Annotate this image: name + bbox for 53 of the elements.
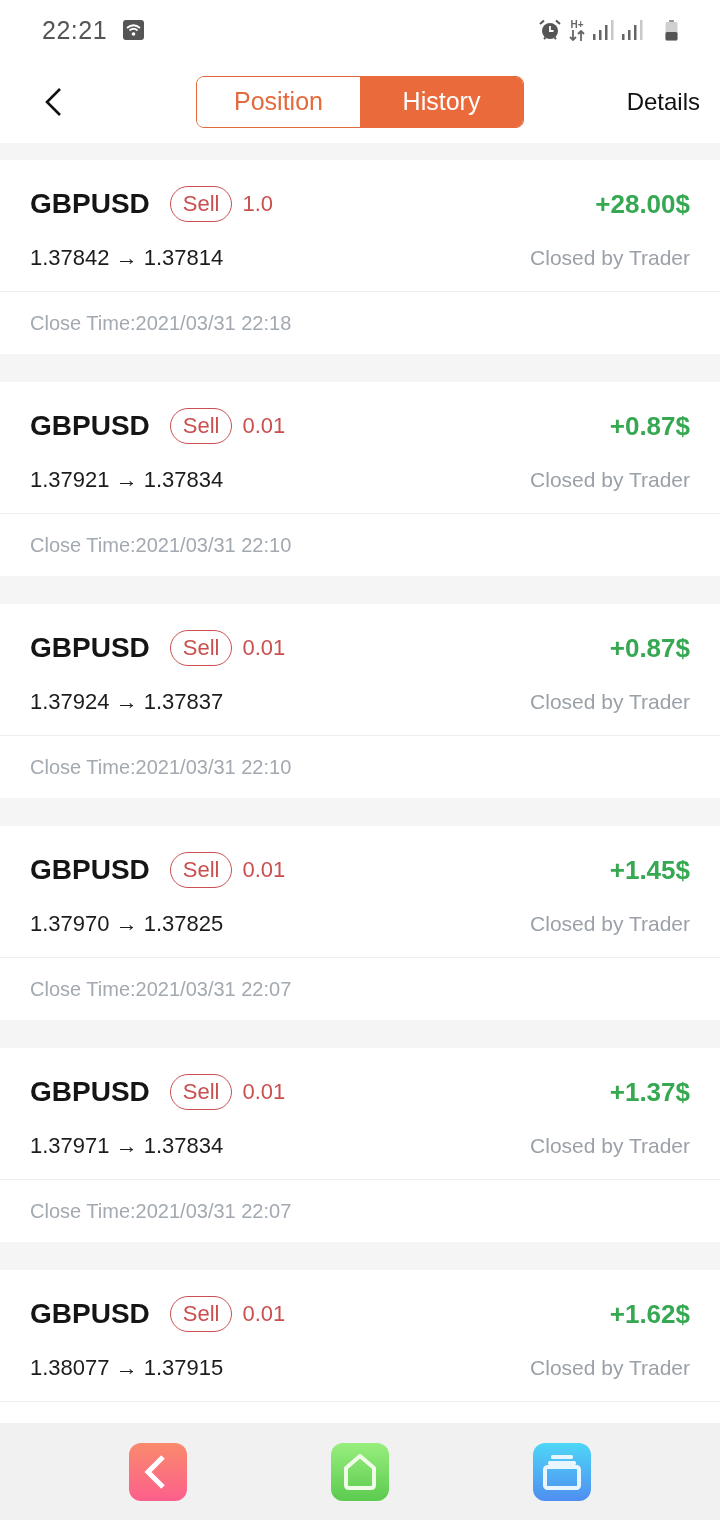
closed-by: Closed by Trader <box>530 690 690 714</box>
closed-by: Closed by Trader <box>530 468 690 492</box>
price-change: 1.37842 → 1.37814 <box>30 245 224 271</box>
close-time: Close Time:2021/03/31 22:18 <box>30 311 292 335</box>
volume: 0.01 <box>242 1301 286 1327</box>
volume: 0.01 <box>242 857 286 883</box>
profit: +1.62$ <box>609 1298 690 1330</box>
recent-apps-icon[interactable] <box>533 1442 591 1501</box>
profit: +1.45$ <box>609 854 690 886</box>
details-link[interactable]: Details <box>626 87 700 116</box>
symbol: GBPUSD <box>30 410 150 442</box>
close-time: Close Time:2021/03/31 22:10 <box>30 755 292 779</box>
home-icon[interactable] <box>331 1442 389 1501</box>
alarm-clock-icon <box>539 19 561 41</box>
price-change: 1.37921 → 1.37834 <box>30 467 224 493</box>
volume: 1.0 <box>242 191 274 217</box>
trade-card[interactable]: GBPUSD Sell 0.01 +0.87$ 1.37921 → 1.37834 Closed by Trader Close Time:2021/03/31 22:10 <box>0 382 720 576</box>
price-change: 1.37924 → 1.37837 <box>30 689 224 715</box>
volume: 0.01 <box>242 1079 286 1105</box>
symbol: GBPUSD <box>30 188 150 220</box>
symbol: GBPUSD <box>30 1298 150 1330</box>
close-time: Close Time:2021/03/31 22:07 <box>30 1199 292 1223</box>
closed-by: Closed by Trader <box>530 246 690 270</box>
symbol: GBPUSD <box>30 632 150 664</box>
profit: +28.00$ <box>595 188 690 220</box>
closed-by: Closed by Trader <box>530 1134 690 1158</box>
signal-icon <box>593 20 614 40</box>
volume: 0.01 <box>242 635 286 661</box>
close-time: Close Time:2021/03/31 22:10 <box>30 533 292 557</box>
symbol: GBPUSD <box>30 854 150 886</box>
closed-by: Closed by Trader <box>530 1356 690 1380</box>
network-type: H+ <box>570 19 584 30</box>
profit: +1.37$ <box>609 1076 690 1108</box>
back-icon[interactable] <box>44 86 64 117</box>
trade-card[interactable]: GBPUSD Sell 1.0 +28.00$ 1.37842 → 1.37814 Closed by Trader Close Time:2021/03/31 22:18 <box>0 160 720 354</box>
clock: 22:21 <box>42 15 108 45</box>
trade-card[interactable]: GBPUSD Sell 0.01 +1.45$ 1.37970 → 1.37825 Closed by Trader Close Time:2021/03/31 22:07 <box>0 826 720 1020</box>
battery-icon <box>665 19 678 41</box>
trade-card[interactable]: GBPUSD Sell 0.01 +1.62$ 1.38077 → 1.37915 Closed by Trader <box>0 1270 720 1423</box>
close-time: Close Time:2021/03/31 22:07 <box>30 977 292 1001</box>
profit: +0.87$ <box>609 410 690 442</box>
trade-card[interactable]: GBPUSD Sell 0.01 +0.87$ 1.37924 → 1.37837 Closed by Trader Close Time:2021/03/31 22:10 <box>0 604 720 798</box>
price-change: 1.37970 → 1.37825 <box>30 911 224 937</box>
profit: +0.87$ <box>609 632 690 664</box>
price-change: 1.37971 → 1.37834 <box>30 1133 224 1159</box>
trade-card[interactable]: GBPUSD Sell 0.01 +1.37$ 1.37971 → 1.37834 Closed by Trader Close Time:2021/03/31 22:07 <box>0 1048 720 1242</box>
symbol: GBPUSD <box>30 1076 150 1108</box>
volume: 0.01 <box>242 413 286 439</box>
price-change: 1.38077 → 1.37915 <box>30 1355 224 1381</box>
signal-icon <box>622 20 643 40</box>
closed-by: Closed by Trader <box>530 912 690 936</box>
wifi-icon <box>123 20 145 40</box>
data-arrows-icon <box>569 29 585 41</box>
